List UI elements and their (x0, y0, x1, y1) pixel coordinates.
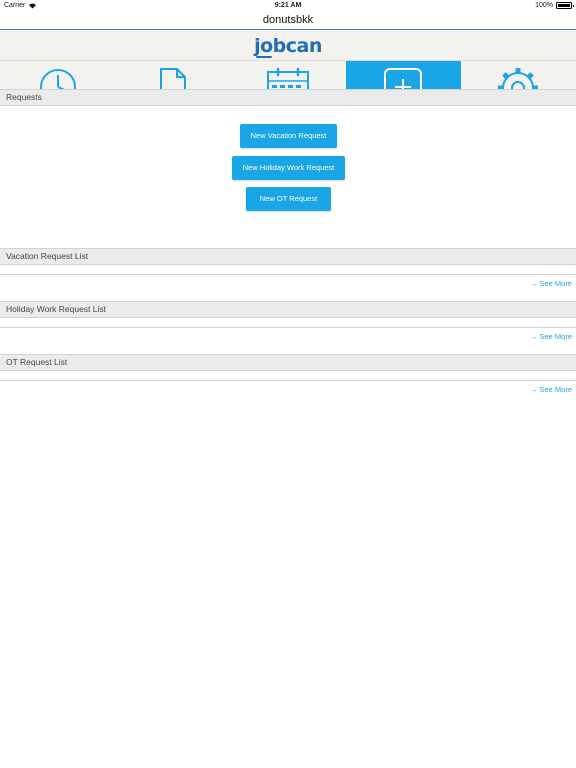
page-title: donutsbkk (0, 12, 576, 30)
brand-bar: jobcan (0, 31, 576, 61)
battery-percent: 100% (535, 2, 553, 9)
vacation-request-list-header: Vacation Request List (0, 248, 576, 265)
ot-see-more-link[interactable]: → See More (530, 385, 572, 394)
tab-requests[interactable] (345, 61, 461, 89)
new-holiday-work-request-button[interactable]: New Holiday Work Request (232, 156, 345, 180)
divider (0, 274, 576, 275)
plus-square-icon (384, 68, 423, 89)
status-time: 9:21 AM (274, 2, 302, 9)
divider (0, 327, 576, 328)
tab-clock[interactable] (0, 61, 115, 89)
clock-icon (39, 69, 76, 89)
document-icon (159, 68, 186, 89)
new-ot-request-button[interactable]: New OT Request (246, 187, 331, 211)
jobcan-logo: jobcan (254, 34, 322, 58)
vacation-see-more-link[interactable]: → See More (530, 279, 572, 288)
holiday-work-see-more-link[interactable]: → See More (530, 332, 572, 341)
tab-calendar[interactable] (230, 61, 345, 89)
battery-icon (556, 2, 574, 9)
ot-request-list-header: OT Request List (0, 354, 576, 371)
requests-header: Requests (0, 89, 576, 106)
divider (0, 380, 576, 381)
tab-settings[interactable] (461, 61, 576, 89)
tab-bar (0, 61, 576, 89)
status-bar: Carrier 9:21 AM 100% (0, 0, 576, 12)
gear-icon (498, 68, 539, 89)
tab-document[interactable] (115, 61, 230, 89)
holiday-work-request-list-header: Holiday Work Request List (0, 301, 576, 318)
calendar-icon (267, 68, 309, 89)
new-vacation-request-button[interactable]: New Vacation Request (240, 124, 337, 148)
